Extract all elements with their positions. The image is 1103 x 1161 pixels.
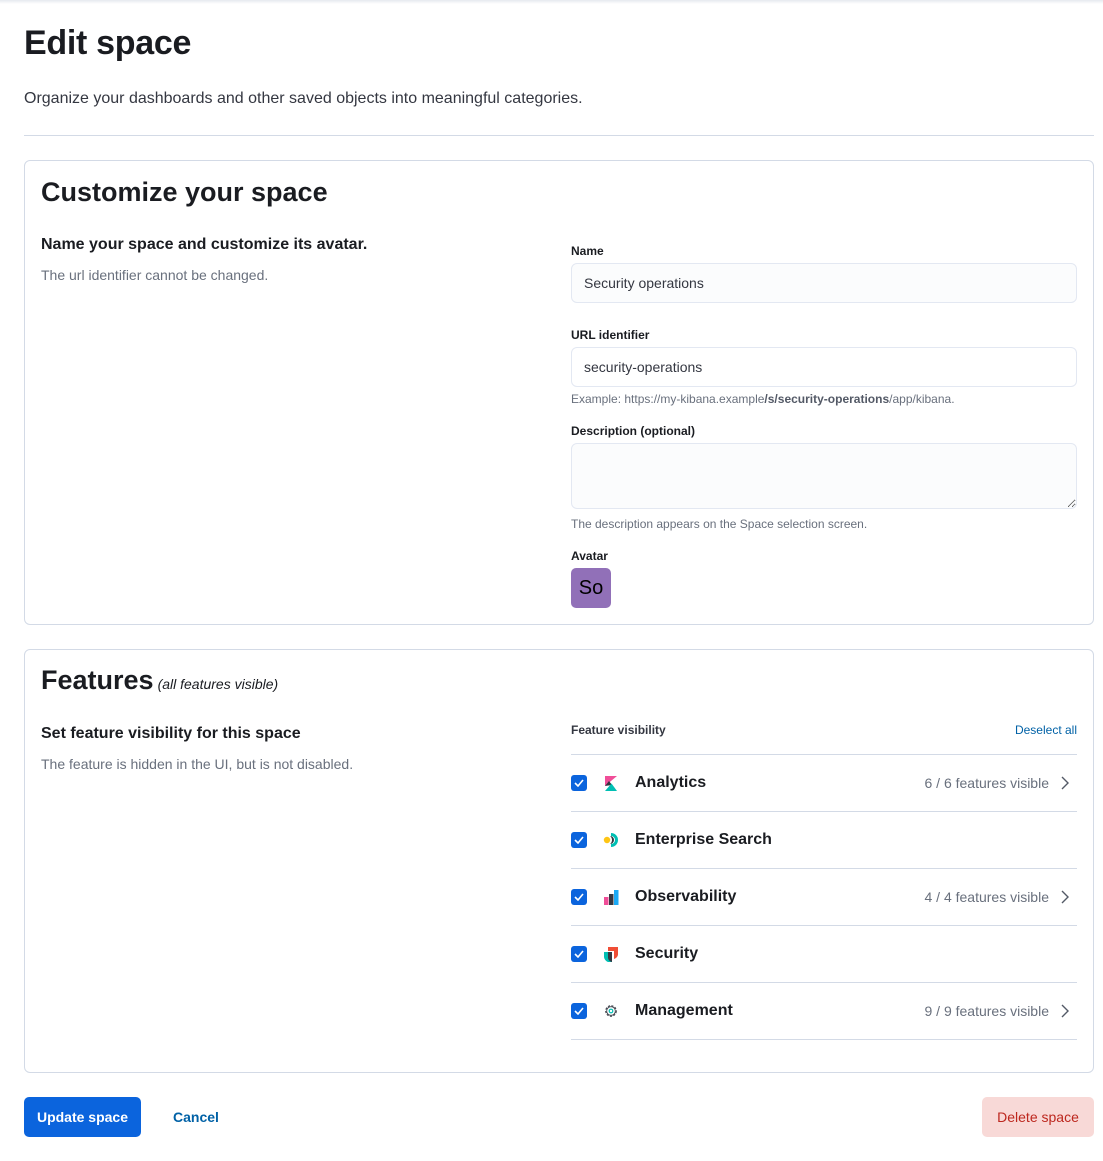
customize-space-panel: Customize your space Name your space and… (24, 160, 1094, 625)
feature-name: Management (635, 1002, 733, 1019)
observability-logo-icon (603, 889, 619, 905)
avatar-label: Avatar (571, 549, 608, 563)
feature-name: Analytics (635, 774, 707, 791)
features-title-text: Features (41, 665, 154, 695)
feature-list: Analytics 6 / 6 features visible Enterpr… (571, 754, 1077, 1040)
feature-count: 4 / 4 features visible (924, 889, 1049, 905)
features-heading: Set feature visibility for this space (41, 725, 301, 742)
checkmark-icon (574, 950, 584, 958)
cancel-button[interactable]: Cancel (157, 1097, 235, 1137)
feature-checkbox-management[interactable] (571, 1003, 587, 1019)
feature-name: Observability (635, 888, 737, 905)
kibana-logo-icon (603, 775, 619, 791)
feature-checkbox-enterprise-search[interactable] (571, 832, 587, 848)
customize-description: The url identifier cannot be changed. (41, 267, 269, 283)
feature-checkbox-security[interactable] (571, 946, 587, 962)
features-description: The feature is hidden in the UI, but is … (41, 756, 354, 772)
checkmark-icon (574, 836, 584, 844)
feature-checkbox-analytics[interactable] (571, 775, 587, 791)
feature-count: 6 / 6 features visible (924, 775, 1049, 791)
feature-count: 9 / 9 features visible (924, 1003, 1049, 1019)
name-label: Name (571, 244, 604, 258)
feature-row-analytics[interactable]: Analytics 6 / 6 features visible (571, 755, 1077, 812)
description-help: The description appears on the Space sel… (571, 517, 868, 531)
name-input[interactable] (571, 263, 1077, 303)
checkmark-icon (574, 1007, 584, 1015)
description-textarea[interactable] (571, 443, 1077, 509)
feature-checkbox-observability[interactable] (571, 889, 587, 905)
description-label: Description (optional) (571, 424, 695, 438)
checkmark-icon (574, 893, 584, 901)
avatar[interactable]: So (571, 568, 611, 608)
url-help-bold: /s/security-operations (764, 392, 890, 406)
url-identifier-input[interactable] (571, 347, 1077, 387)
url-identifier-label: URL identifier (571, 328, 650, 342)
deselect-all-link[interactable]: Deselect all (1015, 723, 1077, 737)
chevron-right-icon[interactable] (1059, 1004, 1071, 1018)
feature-row-security[interactable]: Security (571, 926, 1077, 983)
feature-row-observability[interactable]: Observability 4 / 4 features visible (571, 869, 1077, 926)
feature-name: Security (635, 945, 699, 962)
update-space-button[interactable]: Update space (24, 1097, 141, 1137)
chevron-right-icon[interactable] (1059, 776, 1071, 790)
customize-heading: Name your space and customize its avatar… (41, 236, 368, 253)
features-panel: Features (all features visible) Set featu… (24, 649, 1094, 1073)
feature-name: Enterprise Search (635, 831, 772, 848)
gear-icon (603, 1003, 619, 1019)
security-logo-icon (603, 946, 619, 962)
url-identifier-help: Example: https://my-kibana.example/s/sec… (571, 392, 955, 406)
url-help-suffix: /app/kibana. (889, 392, 955, 406)
feature-row-management[interactable]: Management 9 / 9 features visible (571, 983, 1077, 1040)
chevron-right-icon[interactable] (1059, 890, 1071, 904)
top-shadow (0, 0, 1103, 4)
features-title: Features (all features visible) (41, 665, 278, 696)
page-subtitle: Organize your dashboards and other saved… (24, 90, 583, 107)
customize-title: Customize your space (41, 177, 328, 207)
feature-visibility-label: Feature visibility (571, 723, 666, 737)
feature-row-enterprise-search[interactable]: Enterprise Search (571, 812, 1077, 869)
url-help-prefix: Example: https://my-kibana.example (571, 392, 765, 406)
header-divider (24, 135, 1094, 136)
checkmark-icon (574, 779, 584, 787)
enterprise-search-logo-icon (603, 832, 619, 848)
page-title: Edit space (24, 24, 192, 62)
delete-space-button[interactable]: Delete space (982, 1097, 1094, 1137)
features-title-aside: (all features visible) (157, 676, 279, 692)
